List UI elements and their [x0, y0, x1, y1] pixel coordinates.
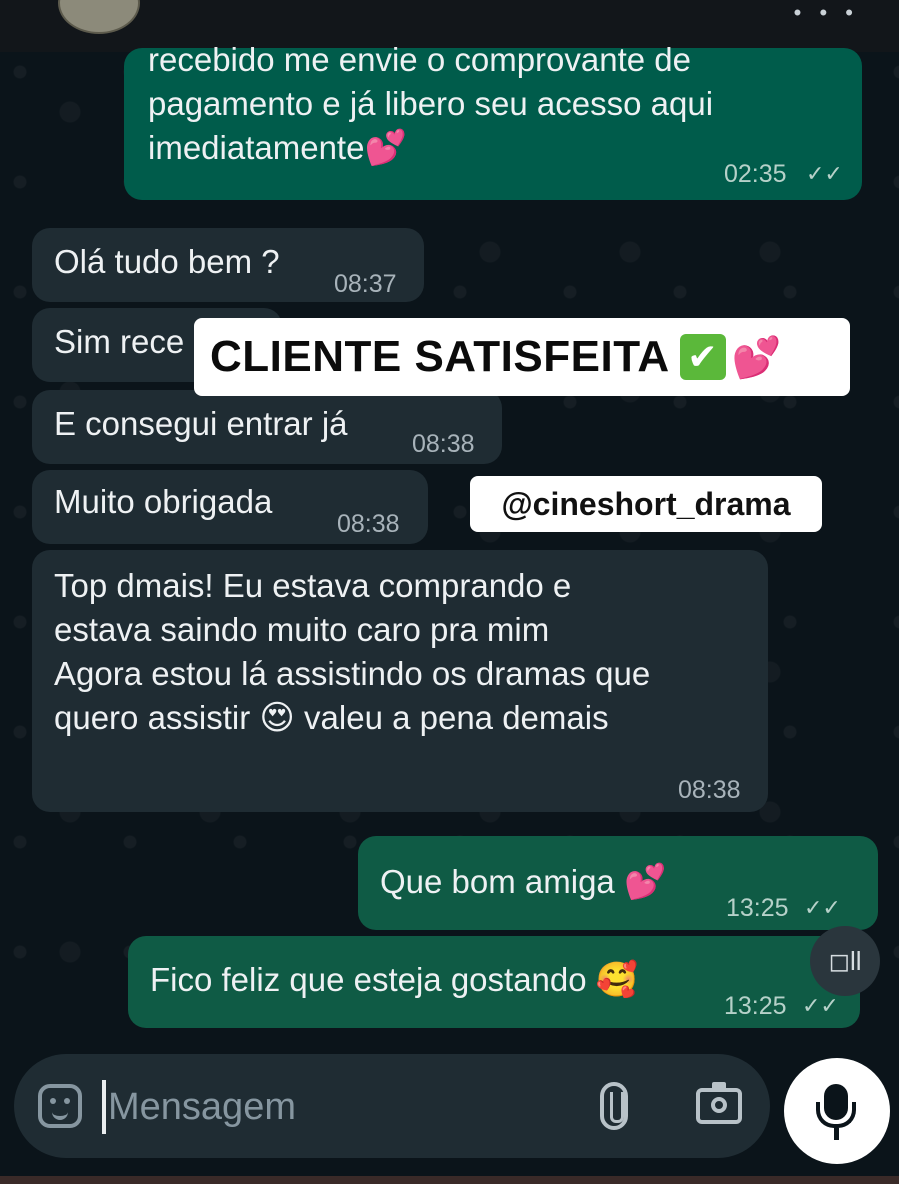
message-bubble-incoming[interactable]: Olá tudo bem ? 08:37 [32, 228, 424, 302]
contact-avatar[interactable] [58, 0, 140, 34]
attach-icon[interactable] [600, 1082, 628, 1130]
satisfied-client-caption: CLIENTE SATISFEITA ✔ 💕 [194, 318, 850, 396]
voice-message-button[interactable] [784, 1058, 890, 1164]
message-bubble-outgoing[interactable]: Fico feliz que esteja gostando 🥰 13:25 ✓… [128, 936, 860, 1028]
message-bubble-incoming[interactable]: E consegui entrar já 08:38 [32, 390, 502, 464]
message-time: 08:38 [678, 776, 741, 804]
smiling-hearts-emoji: 🥰 [595, 960, 639, 1000]
camera-icon[interactable] [696, 1082, 742, 1124]
microphone-icon [816, 1084, 856, 1128]
read-ticks-icon: ✓✓ [804, 895, 841, 920]
message-text: E consegui entrar já [54, 405, 348, 442]
message-input[interactable] [106, 1074, 580, 1140]
message-bubble-incoming[interactable]: Top dmais! Eu estava comprando e estava … [32, 550, 768, 812]
message-text: Muito obrigada [54, 483, 273, 520]
media-toggle-button[interactable]: ◻ll [810, 926, 880, 996]
message-input-container [14, 1054, 770, 1158]
message-bubble-outgoing[interactable]: Que bom amiga 💕 13:25 ✓✓ [358, 836, 878, 930]
message-bubble-incoming[interactable]: Muito obrigada 08:38 [32, 470, 428, 544]
message-text: Fico feliz que esteja gostando 🥰 [150, 960, 639, 1000]
bottom-edge [0, 1176, 899, 1184]
message-list[interactable]: recebido me envie o comprovante de pagam… [0, 41, 899, 1042]
hearts-emoji: 💕 [623, 862, 667, 902]
message-time: 08:38 [337, 510, 400, 538]
heart-eyes-emoji: 😍 [259, 698, 295, 738]
message-time: 13:25 [726, 894, 789, 922]
message-text: recebido me envie o comprovante de pagam… [148, 41, 714, 168]
message-time: 13:25 [724, 992, 787, 1020]
message-bubble-outgoing[interactable]: recebido me envie o comprovante de pagam… [124, 41, 862, 200]
menu-icon[interactable]: • • • [794, 0, 859, 26]
read-ticks-icon: ✓✓ [806, 161, 843, 186]
account-handle-caption: @cineshort_drama [470, 476, 822, 532]
message-text: Sim rece [54, 323, 185, 360]
message-time: 08:38 [412, 430, 475, 458]
hearts-icon: 💕 [731, 335, 782, 380]
sticker-icon[interactable] [38, 1084, 82, 1128]
read-ticks-icon: ✓✓ [802, 993, 839, 1018]
microphone-stem [834, 1128, 839, 1140]
check-mark-icon: ✔ [679, 334, 726, 380]
hearts-emoji: 💕 [364, 128, 407, 168]
message-time: 08:37 [334, 270, 397, 298]
message-text: Top dmais! Eu estava comprando e estava … [54, 567, 651, 738]
message-text: Que bom amiga 💕 [380, 862, 667, 902]
caption-text: CLIENTE SATISFEITA [210, 332, 670, 381]
message-text: Olá tudo bem ? [54, 243, 280, 280]
composer-bar [0, 1042, 899, 1184]
message-time: 02:35 [724, 160, 787, 188]
